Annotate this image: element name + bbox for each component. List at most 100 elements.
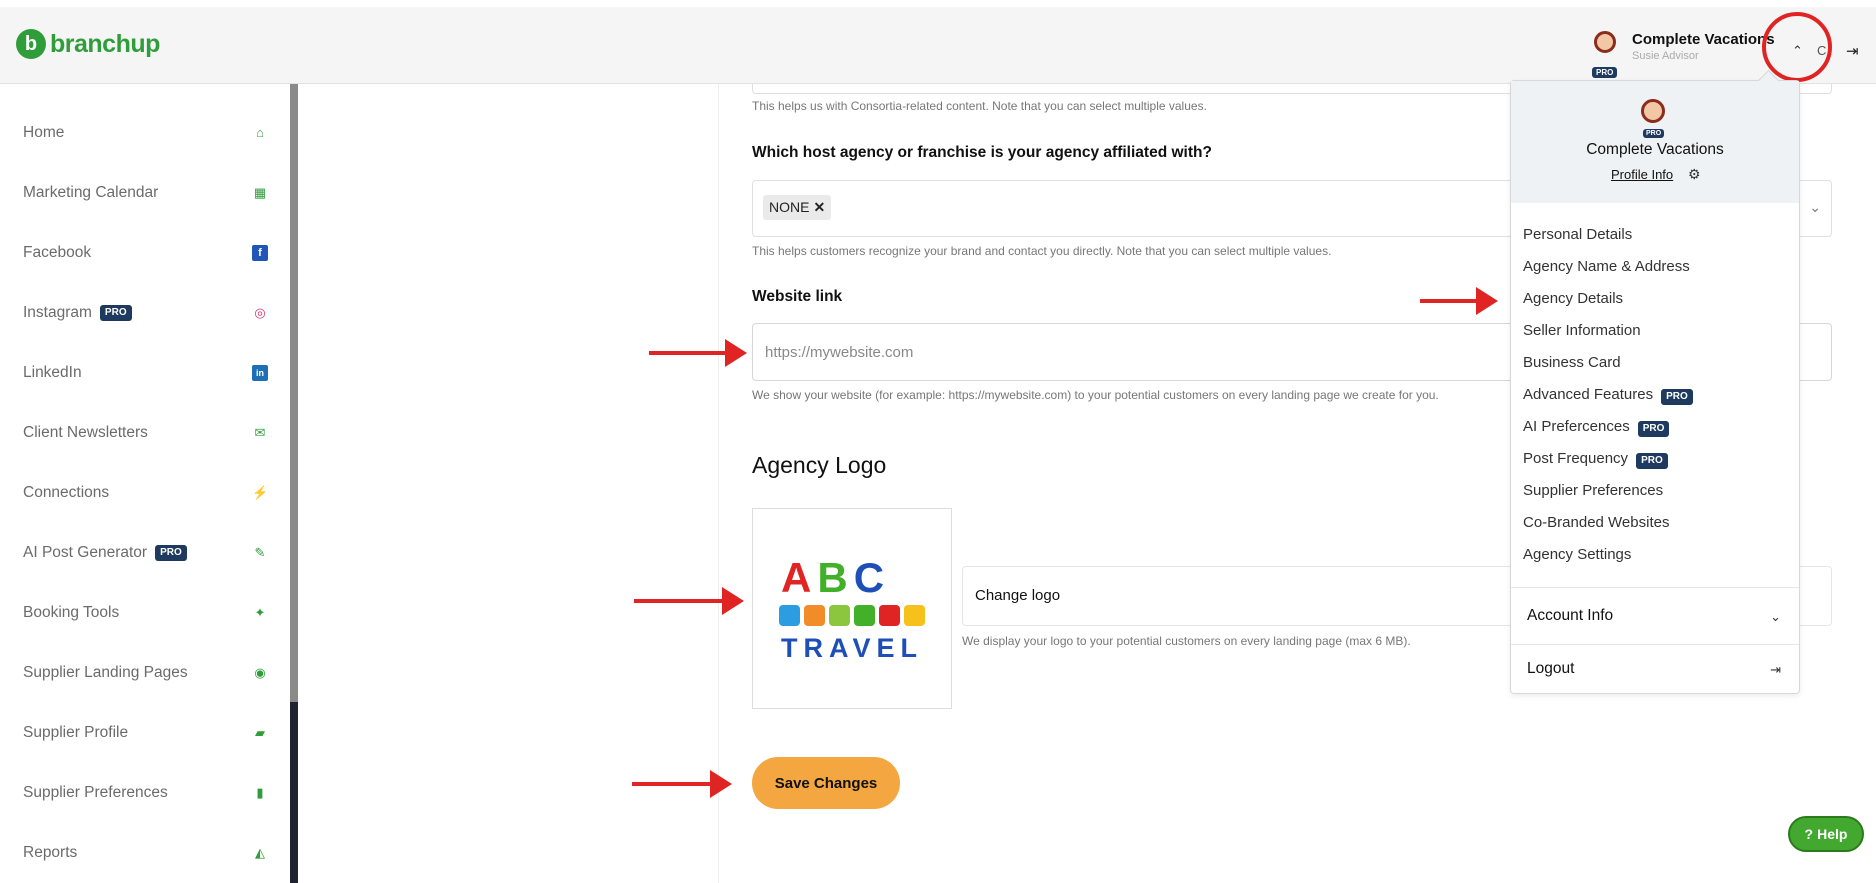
website-label: Website link [752,288,843,305]
save-changes-button[interactable]: Save Changes [752,757,900,809]
annotation-arrow [1420,287,1498,315]
wrench-icon: ✦ [254,605,266,620]
menu-item-seller-information[interactable]: Seller Information [1523,322,1641,339]
help-button[interactable]: ? Help [1788,816,1864,852]
avatar-face-icon [1641,99,1665,123]
menu-item-post-frequency[interactable]: Post Frequency PRO [1523,450,1668,469]
instagram-icon: ◎ [254,305,266,320]
sidebar-scrollbar[interactable] [290,84,298,883]
pro-badge: PRO [155,545,187,561]
sidebar-item-reports[interactable]: Reports ◭ [23,838,268,868]
logo-text: branchup [50,30,160,59]
logo-letters: ABC [781,554,890,602]
sidebar-item-label: Booking Tools [23,604,120,621]
avatar-pro-badge: PRO [1592,67,1618,78]
sidebar-item-label: Instagram [23,304,92,321]
dropdown-user-name: Complete Vacations [1586,141,1724,158]
sidebar-item-label: Connections [23,484,110,501]
profile-info-link[interactable]: Profile Info [1611,167,1673,182]
sidebar-item-label: AI Post Generator [23,544,148,561]
divider [1511,587,1799,588]
logo-hint: We display your logo to your potential c… [962,634,1411,648]
sidebar-item-supplier-profile[interactable]: Supplier Profile ▰ [23,718,268,748]
question-icon: ? [1804,826,1814,842]
sidebar-item-label: Supplier Landing Pages [23,664,188,681]
pro-badge: PRO [1661,389,1693,405]
logo-travel-text: TRAVEL [781,633,923,663]
facebook-icon: f [252,245,268,261]
menu-item-personal-details[interactable]: Personal Details [1523,226,1632,243]
agency-logo-image: ABC TRAVEL [752,508,952,709]
user-role: Susie Advisor [1632,50,1699,62]
branchup-logo[interactable]: b branchup [16,29,160,59]
logout-link[interactable]: Logout [1527,660,1574,678]
consortia-hint: This helps us with Consortia-related con… [752,99,1207,113]
menu-item-business-card[interactable]: Business Card [1523,354,1621,371]
menu-item-co-branded-websites[interactable]: Co-Branded Websites [1523,514,1669,531]
sign-out-icon[interactable]: ⇥ [1846,42,1859,60]
menu-item-ai-preferences[interactable]: AI Prefercences PRO [1523,418,1670,437]
account-info-toggle[interactable]: Account Info [1527,607,1613,625]
chart-area-icon: ◭ [255,845,265,860]
ship-icon [904,605,925,626]
logo-letter-c: C [853,554,891,601]
sidebar-item-label: Facebook [23,244,92,261]
user-menu-toggle[interactable]: PRO Complete Vacations Susie Advisor [1592,31,1775,78]
website-hint: We show your website (for example: https… [752,388,1439,402]
user-name: Complete Vacations [1632,31,1775,48]
car-icon [779,605,800,626]
menu-item-agency-settings[interactable]: Agency Settings [1523,546,1631,563]
sidebar-item-linkedin[interactable]: LinkedIn in [23,358,268,388]
change-logo-label: Change logo [975,587,1061,604]
sidebar-item-ai-post-generator[interactable]: AI Post Generator PRO ✎ [23,538,268,568]
bookmark-icon: ▮ [256,785,264,800]
train-icon [854,605,875,626]
scrollbar-thumb[interactable] [290,84,298,702]
avatar: PRO [1592,31,1618,78]
menu-item-supplier-preferences[interactable]: Supplier Preferences [1523,482,1663,499]
sidebar-item-supplier-landing-pages[interactable]: Supplier Landing Pages ◉ [23,658,268,688]
agency-logo-title: Agency Logo [752,452,887,478]
host-agency-tag: NONE ✕ [763,195,832,220]
menu-item-label: Advanced Features [1523,386,1654,403]
help-label: Help [1817,826,1848,842]
logo-suffix: up [130,29,160,58]
dropdown-avatar: PRO [1641,99,1669,138]
sidebar-item-client-newsletters[interactable]: Client Newsletters ✉ [23,418,268,448]
sidebar-item-instagram[interactable]: Instagram PRO ◎ [23,298,268,328]
chevron-down-icon[interactable]: ⌄ [1770,609,1781,625]
sidebar-item-label: Supplier Preferences [23,784,168,801]
menu-item-label: AI Prefercences [1523,418,1630,435]
host-tag-label: NONE [769,199,810,215]
sidebar-item-home[interactable]: Home ⌂ [23,118,268,148]
menu-item-advanced-features[interactable]: Advanced Features PRO [1523,386,1693,405]
sidebar-item-booking-tools[interactable]: Booking Tools ✦ [23,598,268,628]
globe-icon: ◉ [254,665,266,680]
menu-item-agency-name-address[interactable]: Agency Name & Address [1523,258,1690,275]
sidebar-item-facebook[interactable]: Facebook f [23,238,268,268]
book-icon: ▰ [255,725,265,740]
calendar-icon: ▦ [253,185,267,200]
profile-dropdown: PRO Complete Vacations Profile Info ⚙ Pe… [1510,80,1800,694]
sidebar-item-connections[interactable]: Connections ⚡ [23,478,268,508]
logo-transport-icons [779,605,925,626]
chevron-down-icon[interactable]: ⌄ [1809,199,1821,216]
envelope-icon: ✉ [254,425,266,440]
gear-icon[interactable]: ⚙ [1688,166,1701,183]
annotation-arrow [634,587,744,615]
sidebar-item-supplier-preferences[interactable]: Supplier Preferences ▮ [23,778,268,808]
menu-item-label: Post Frequency [1523,450,1629,467]
logo-prefix: branch [50,29,131,58]
annotation-arrow [632,770,732,798]
bike-icon [879,605,900,626]
host-agency-label: Which host agency or franchise is your a… [752,144,1212,161]
plug-icon: ⚡ [252,485,269,500]
home-icon: ⌂ [256,125,264,140]
bus-icon [804,605,825,626]
sidebar-item-marketing-calendar[interactable]: Marketing Calendar ▦ [23,178,268,208]
divider [1511,644,1799,645]
remove-tag-icon[interactable]: ✕ [813,199,825,215]
sign-out-icon[interactable]: ⇥ [1770,662,1781,678]
sidebar-item-label: LinkedIn [23,364,82,381]
menu-item-agency-details[interactable]: Agency Details [1523,290,1623,307]
